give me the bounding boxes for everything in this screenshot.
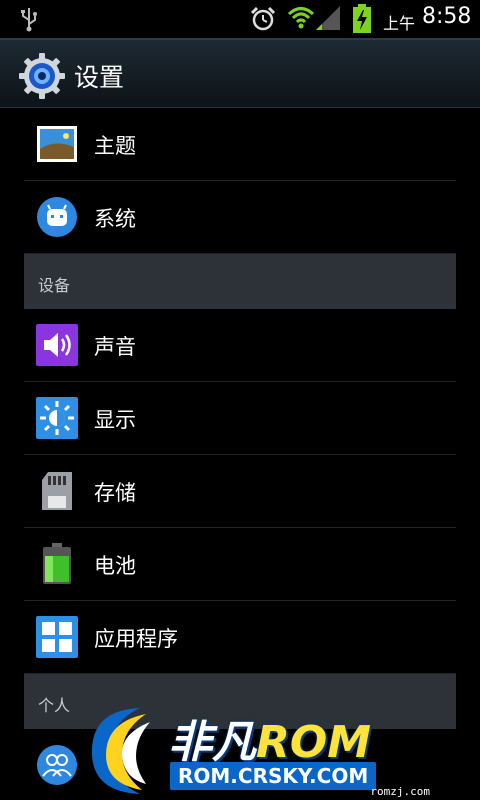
list-item-label: 存储 xyxy=(94,481,136,505)
list-item-storage[interactable]: 存储 xyxy=(24,455,456,528)
sd-card-icon xyxy=(42,472,72,510)
action-bar: 设置 xyxy=(0,38,480,108)
list-item-label: 电池 xyxy=(94,554,136,578)
accounts-icon xyxy=(37,745,77,785)
swirl-logo-icon xyxy=(91,708,150,794)
system-icon xyxy=(37,197,77,237)
list-item-apps[interactable]: 应用程序 xyxy=(24,601,456,674)
brightness-icon xyxy=(36,397,78,439)
list-item-label: 显示 xyxy=(94,408,136,432)
list-item-label: 系统 xyxy=(94,207,136,231)
list-item-label: 声音 xyxy=(94,335,136,359)
battery-icon xyxy=(43,543,71,584)
list-item-display[interactable]: 显示 xyxy=(24,382,456,455)
battery-charging-icon xyxy=(353,4,371,33)
list-item-theme[interactable]: 主题 xyxy=(24,108,456,181)
settings-screen: 上午 8:58 设置 主题 系统 设备 声音 显示 存储 电池 应用程序 个人 … xyxy=(0,0,480,800)
time-period: 上午 xyxy=(383,14,416,33)
apps-grid-icon xyxy=(36,616,78,658)
status-bar: 上午 8:58 xyxy=(0,0,480,38)
watermark-logo: 非凡ROM ROM.CRSKY.COM xyxy=(80,700,410,800)
watermark-brand-cn: 非凡 xyxy=(168,717,256,768)
theme-icon xyxy=(37,126,77,162)
section-header-device: 设备 xyxy=(24,254,456,309)
list-item-system[interactable]: 系统 xyxy=(24,181,456,254)
alarm-icon xyxy=(250,6,276,31)
watermark-brand: 非凡ROM xyxy=(168,706,371,770)
page-title: 设置 xyxy=(74,63,125,92)
list-item-sound[interactable]: 声音 xyxy=(24,309,456,382)
signal-strength-icon xyxy=(316,6,340,30)
list-item-battery[interactable]: 电池 xyxy=(24,528,456,601)
wifi-icon xyxy=(287,7,315,29)
list-item-label: 应用程序 xyxy=(94,627,178,651)
usb-icon xyxy=(21,8,37,32)
settings-list: 主题 系统 设备 声音 显示 存储 电池 应用程序 个人 xyxy=(24,108,456,800)
watermark-url: ROM.CRSKY.COM xyxy=(170,762,377,790)
list-item-label: 主题 xyxy=(94,134,136,158)
watermark-brand-en: ROM xyxy=(256,717,372,768)
section-header-label: 设备 xyxy=(38,276,71,295)
section-header-label: 个人 xyxy=(38,696,71,715)
site-tag: romzj.com xyxy=(370,785,430,798)
settings-gear-icon[interactable] xyxy=(18,52,66,100)
sound-icon xyxy=(36,324,78,366)
clock: 8:58 xyxy=(422,4,472,29)
